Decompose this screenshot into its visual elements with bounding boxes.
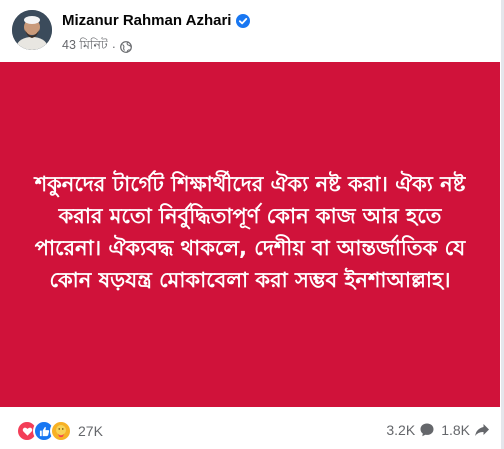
post-header: Mizanur Rahman Azhari 43 মিনিট ·: [12, 8, 492, 56]
author-name-row: Mizanur Rahman Azhari: [62, 12, 251, 29]
care-icon: [50, 420, 72, 442]
author-avatar[interactable]: [12, 10, 52, 50]
reactions-summary[interactable]: 27K: [16, 420, 103, 442]
comment-icon: [420, 423, 434, 437]
post-footer: 27K 3.2K 1.8K: [0, 416, 500, 446]
globe-icon[interactable]: [120, 41, 132, 53]
text-post-card: শকুনদের টার্গেট শিক্ষার্থীদের ঐক্য নষ্ট …: [0, 62, 500, 407]
share-icon: [475, 424, 489, 436]
verified-badge-icon: [236, 13, 251, 28]
engagement-stats: 3.2K 1.8K: [386, 422, 490, 438]
share-count-link[interactable]: 1.8K: [441, 422, 490, 438]
post-time[interactable]: 43 মিনিট: [62, 37, 108, 57]
author-name[interactable]: Mizanur Rahman Azhari: [62, 12, 231, 29]
post-meta: 43 মিনিট ·: [62, 37, 132, 57]
facebook-post: Mizanur Rahman Azhari 43 মিনিট · শকুনদের…: [0, 0, 504, 449]
meta-separator: ·: [111, 40, 116, 54]
post-body-text: শকুনদের টার্গেট শিক্ষার্থীদের ঐক্য নষ্ট …: [34, 171, 466, 292]
comment-count: 3.2K: [386, 422, 416, 438]
share-count: 1.8K: [441, 422, 470, 438]
comment-count-link[interactable]: 3.2K: [386, 422, 435, 438]
reaction-count: 27K: [78, 423, 103, 439]
